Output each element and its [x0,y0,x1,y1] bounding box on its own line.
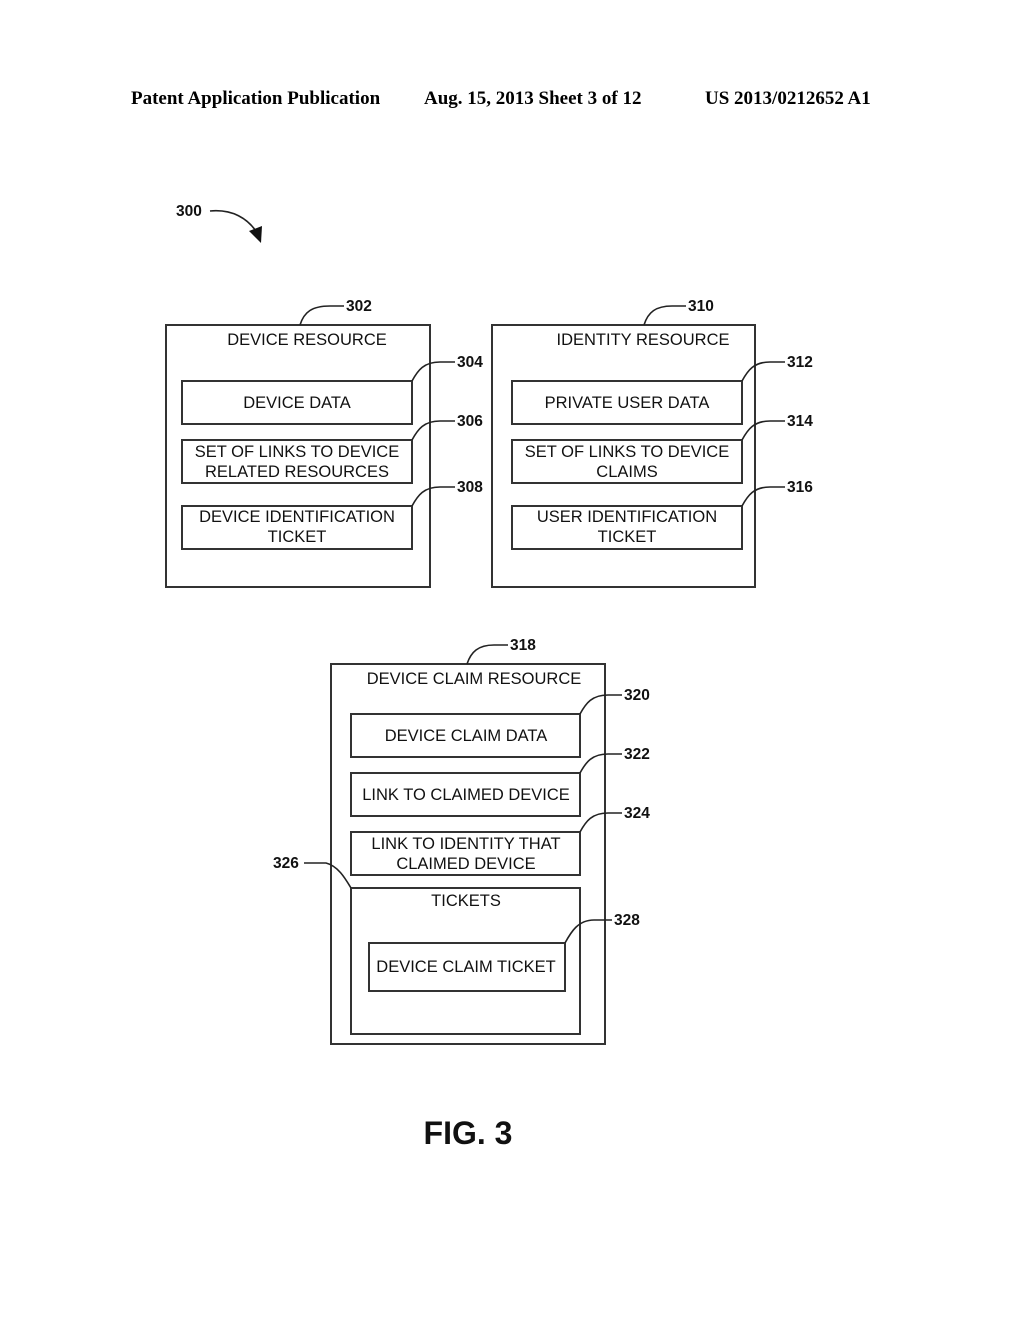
item-text: DEVICE CLAIM DATA [385,727,548,745]
arrowhead-icon [249,226,262,243]
ref-label: 324 [624,805,650,822]
ref-label: 312 [787,354,813,371]
tickets-box: TICKETS 326 DEVICE CLAIM TICKET 328 [273,855,640,1035]
ref-label: 308 [457,479,483,496]
leader-line [411,361,455,382]
identity-resource-box: 310 IDENTITY RESOURCE PRIVATE USER DATA … [491,298,813,588]
ref-label: 316 [787,479,813,496]
leader-line [579,812,622,833]
ref-label: 314 [787,413,813,430]
tickets-title: TICKETS [431,892,501,910]
ref-label: 326 [273,855,299,872]
item-text: DEVICE CLAIM TICKET [376,958,555,976]
box-title: DEVICE RESOURCE [227,331,387,349]
figure-caption: FIG. 3 [424,1115,513,1151]
item-text: TICKET [598,528,657,546]
ref-label: 306 [457,413,483,430]
item-text: CLAIMED DEVICE [396,855,535,873]
leader-line [466,644,508,665]
ref-label: 320 [624,687,650,704]
device-resource-box: 302 DEVICE RESOURCE DEVICE DATA 304 SET … [165,298,483,588]
leader-line [741,420,785,441]
ref-label: 310 [688,298,714,315]
item-text: TICKET [268,528,327,546]
figure-ref-label: 300 [176,203,202,220]
patent-diagram: 300 302 DEVICE RESOURCE DEVICE DATA 304 … [165,203,813,1151]
ref-label: 318 [510,637,536,654]
item-text: RELATED RESOURCES [205,463,389,481]
ref-label: 304 [457,354,483,371]
ref-label: 328 [614,912,640,929]
item-text: SET OF LINKS TO DEVICE [195,443,399,461]
item-text: DEVICE IDENTIFICATION [199,508,395,526]
device-claim-resource-frame [330,663,606,1045]
leader-line [741,361,785,382]
item-text: USER IDENTIFICATION [537,508,717,526]
leader-line [299,305,344,326]
leader-line [304,862,352,889]
item-text: LINK TO IDENTITY THAT [371,835,560,853]
item-text: DEVICE DATA [243,394,351,412]
box-title: DEVICE CLAIM RESOURCE [367,670,582,688]
leader-line [411,486,455,507]
leader-line [741,486,785,507]
item-text: SET OF LINKS TO DEVICE [525,443,729,461]
item-text: PRIVATE USER DATA [545,394,710,412]
ref-label: 322 [624,746,650,763]
leader-line [579,694,622,715]
leader-line [643,305,686,326]
ref-label: 302 [346,298,372,315]
item-text: LINK TO CLAIMED DEVICE [362,786,570,804]
item-text: CLAIMS [596,463,657,481]
device-claim-resource-box: 318 DEVICE CLAIM RESOURCE DEVICE CLAIM D… [273,637,650,1045]
leader-line [579,753,622,774]
figure-reference: 300 [176,203,262,243]
box-title: IDENTITY RESOURCE [557,331,730,349]
leader-line [411,420,455,441]
